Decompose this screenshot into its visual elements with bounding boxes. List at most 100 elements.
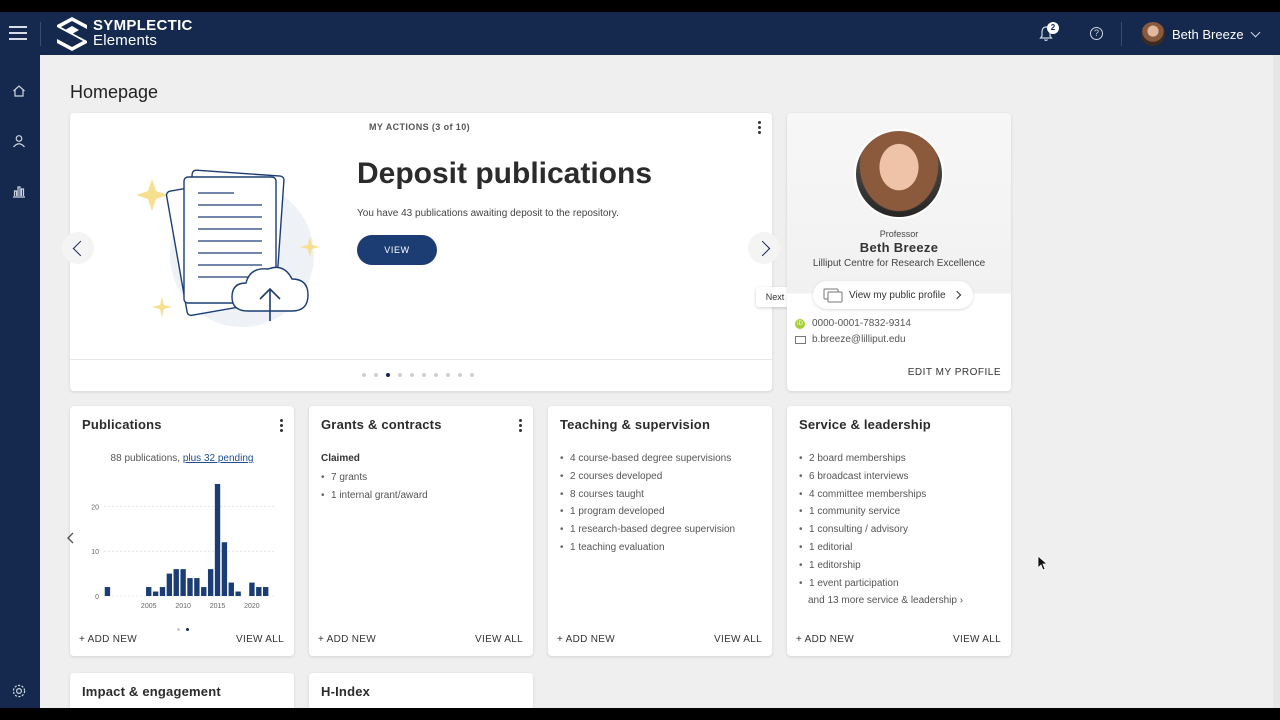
orcid-id: 0000-0001-7832-9314 [812, 318, 911, 329]
user-menu[interactable]: Beth Breeze [1141, 21, 1260, 47]
y-tick-label: 0 [95, 594, 99, 601]
profile-organization: Lilliput Centre for Research Excellence [812, 258, 986, 269]
reports-icon[interactable] [11, 183, 27, 199]
app-frame: SYMPLECTIC Elements 2 ? Beth Breeze Home… [0, 12, 1280, 708]
chart-bar[interactable] [207, 569, 214, 596]
hindex-card: H-Index [309, 673, 533, 708]
profile-icon[interactable] [11, 133, 27, 149]
sidebar [0, 55, 40, 708]
action-title: Deposit publications [357, 157, 653, 190]
profile-role: Professor [879, 229, 919, 239]
more-options-icon[interactable] [756, 121, 762, 137]
hindex-title: H-Index [321, 684, 371, 699]
carousel-dot[interactable] [410, 373, 414, 377]
chart-bar[interactable] [159, 587, 166, 596]
chart-bar[interactable] [194, 578, 200, 596]
add-new-button[interactable]: + ADD NEW [557, 634, 615, 645]
chart-bar[interactable] [187, 578, 193, 596]
page-title: Homepage [70, 82, 159, 102]
actions-caption: MY ACTIONS (3 of 10) [369, 122, 471, 132]
chart-pager [177, 628, 189, 631]
publications-count: 88 publications, [110, 453, 181, 464]
view-all-button[interactable]: VIEW ALL [953, 634, 1001, 645]
chart-bar[interactable] [173, 569, 179, 596]
chart-bar[interactable] [235, 591, 241, 596]
user-name: Beth Breeze [1172, 26, 1244, 42]
pager-dot[interactable] [177, 628, 180, 631]
chart-bar[interactable] [180, 569, 186, 596]
chart-bar[interactable] [228, 582, 234, 596]
chart-bar[interactable] [201, 587, 207, 596]
carousel-dot[interactable] [434, 373, 438, 377]
view-button[interactable]: VIEW [357, 235, 437, 265]
list-item: 1 community service [799, 503, 926, 521]
list-item: 1 teaching evaluation [560, 539, 735, 557]
chart-bar[interactable] [262, 587, 269, 596]
list-item: 1 editorship [799, 557, 926, 575]
help-icon[interactable]: ? [1090, 27, 1103, 40]
chart-bar[interactable] [256, 587, 262, 596]
chart-bar[interactable] [146, 587, 152, 596]
carousel-next-button[interactable] [748, 232, 780, 264]
carousel-dots [362, 373, 474, 377]
chart-bar[interactable] [166, 573, 173, 596]
carousel-dot[interactable] [446, 373, 450, 377]
more-options-icon[interactable] [278, 419, 284, 435]
my-actions-card: MY ACTIONS (3 of 10) Deposit publication… [70, 113, 772, 391]
logo-icon [57, 17, 87, 51]
view-all-button[interactable]: VIEW ALL [475, 634, 523, 645]
brand-product: Elements [93, 32, 158, 49]
email-link[interactable]: b.breeze@lilliput.edu [812, 334, 906, 345]
x-tick-label: 2015 [210, 603, 226, 610]
carousel-dot[interactable] [470, 373, 474, 377]
pending-link[interactable]: plus 32 pending [183, 453, 254, 464]
chart-bar[interactable] [152, 591, 159, 596]
carousel-dot[interactable] [386, 373, 390, 377]
chevron-left-icon[interactable] [66, 531, 76, 545]
profile-name: Beth Breeze [859, 240, 939, 255]
service-list: 2 board memberships 6 broadcast intervie… [799, 450, 926, 592]
chart-bar[interactable] [214, 484, 221, 596]
chart-bar[interactable] [249, 582, 255, 596]
divider [40, 22, 41, 46]
impact-title: Impact & engagement [82, 684, 221, 699]
carousel-dot[interactable] [422, 373, 426, 377]
impact-card: Impact & engagement [70, 673, 294, 708]
add-new-button[interactable]: + ADD NEW [796, 634, 854, 645]
claimed-heading: Claimed [321, 453, 360, 464]
carousel-prev-button[interactable] [62, 232, 94, 264]
add-new-button[interactable]: + ADD NEW [318, 634, 376, 645]
chart-bar[interactable] [104, 587, 111, 596]
add-new-button[interactable]: + ADD NEW [79, 634, 137, 645]
email-row: b.breeze@lilliput.edu [795, 334, 906, 345]
scrollbar[interactable] [1273, 55, 1280, 708]
menu-icon[interactable] [9, 26, 27, 40]
y-tick-label: 10 [91, 549, 99, 556]
view-all-button[interactable]: VIEW ALL [714, 634, 762, 645]
edit-profile-button[interactable]: EDIT MY PROFILE [908, 367, 1001, 378]
profile-card: Professor Beth Breeze Lilliput Centre fo… [787, 113, 1011, 391]
list-item: 2 courses developed [560, 468, 735, 486]
chart-bar[interactable] [221, 542, 228, 596]
avatar [1141, 22, 1165, 46]
home-icon[interactable] [11, 83, 27, 99]
carousel-dot[interactable] [362, 373, 366, 377]
carousel-dot[interactable] [458, 373, 462, 377]
publications-chart: 0 10 20 2005 2010 2015 2020 [91, 484, 276, 610]
pager-dot[interactable] [186, 628, 189, 631]
profile-photo [854, 129, 944, 219]
teaching-title: Teaching & supervision [560, 417, 711, 432]
view-all-button[interactable]: VIEW ALL [236, 634, 284, 645]
divider [70, 359, 772, 360]
view-public-profile-button[interactable]: View my public profile [813, 281, 973, 309]
carousel-dot[interactable] [374, 373, 378, 377]
carousel-dot[interactable] [398, 373, 402, 377]
more-service-link[interactable]: and 13 more service & leadership › [808, 595, 963, 606]
service-card: Service & leadership 2 board memberships… [787, 406, 1011, 656]
settings-icon[interactable] [11, 683, 27, 699]
more-options-icon[interactable] [517, 419, 523, 435]
top-bar: SYMPLECTIC Elements 2 ? Beth Breeze [0, 12, 1280, 55]
x-tick-label: 2020 [244, 603, 260, 610]
mouse-cursor-icon [1037, 555, 1049, 571]
publications-summary: 88 publications, plus 32 pending [70, 453, 294, 464]
